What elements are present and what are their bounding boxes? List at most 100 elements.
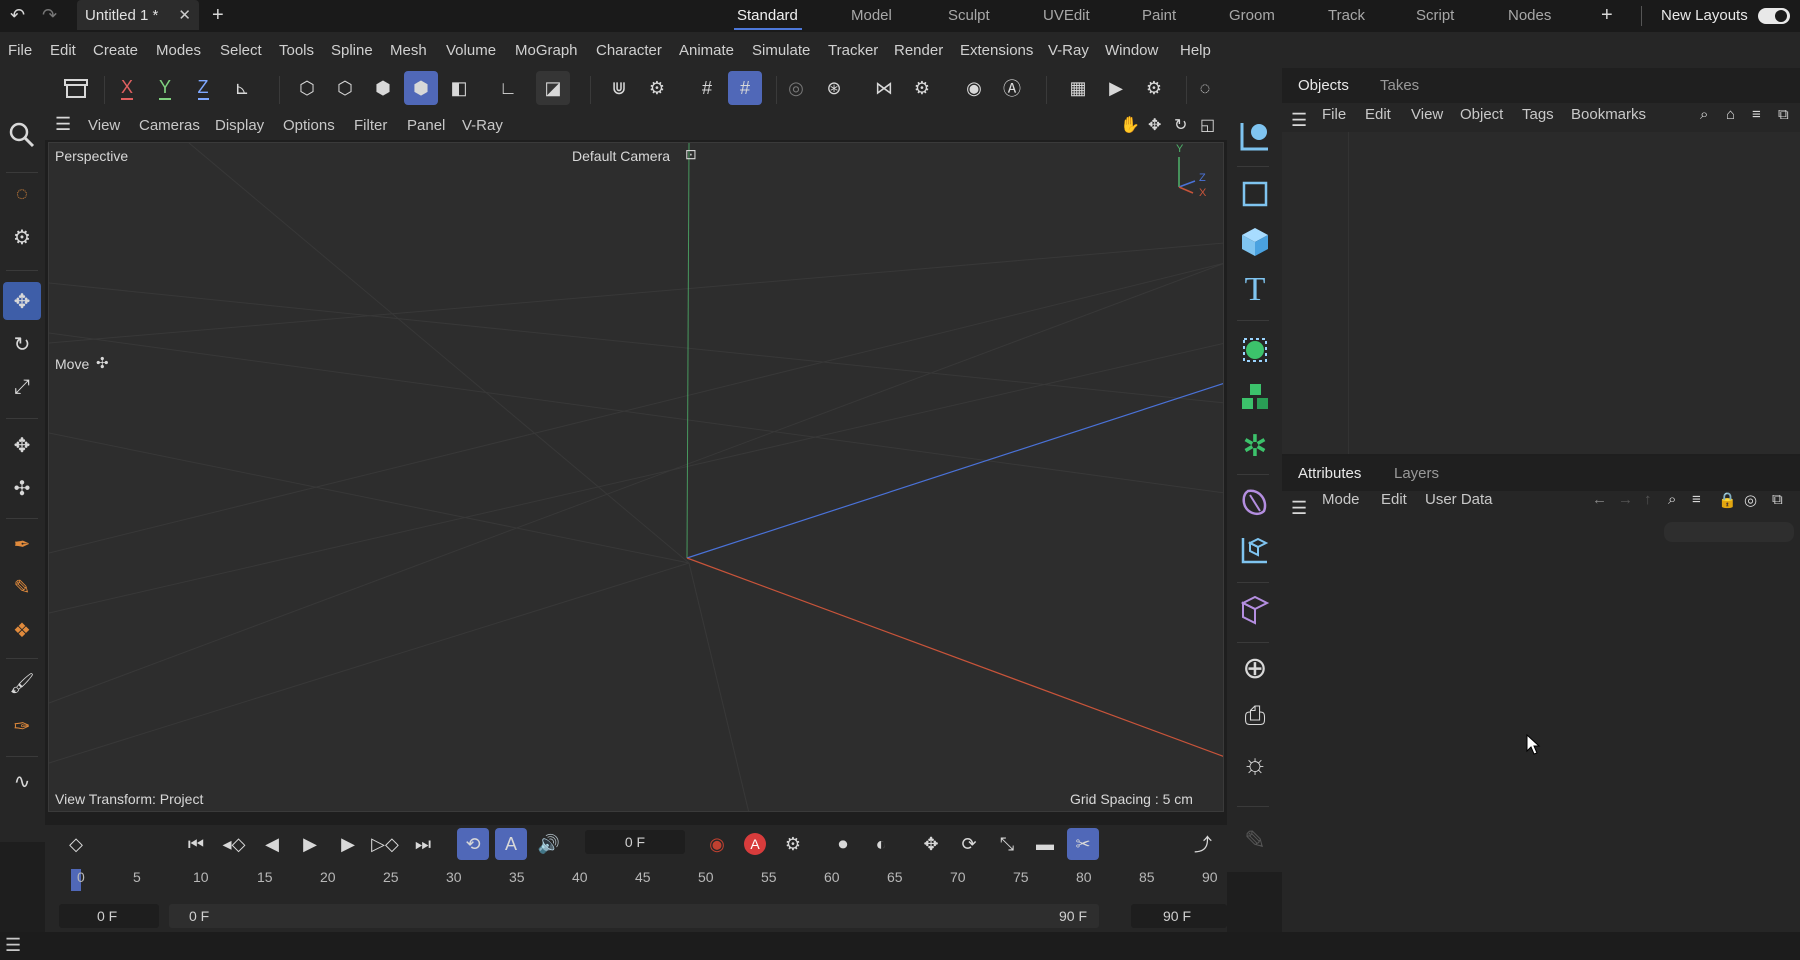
- hamburger-icon[interactable]: ☰: [1291, 498, 1307, 519]
- objects-menu-file[interactable]: File: [1322, 106, 1346, 123]
- deformer-button[interactable]: [1235, 482, 1275, 522]
- attributes-menu-user-data[interactable]: User Data: [1425, 491, 1493, 508]
- key-position-button[interactable]: ✥: [915, 828, 947, 860]
- spline-mesh-button[interactable]: ❖: [3, 611, 41, 649]
- null-object-button[interactable]: [1235, 116, 1275, 156]
- viewport-menu-panel[interactable]: Panel: [407, 117, 445, 134]
- workplane-button[interactable]: #: [690, 71, 724, 105]
- document-tab[interactable]: Untitled 1 * ✕: [77, 0, 199, 30]
- menu-help[interactable]: Help: [1180, 42, 1211, 59]
- scale-tool-button[interactable]: ⤢: [3, 368, 41, 406]
- menu-window[interactable]: Window: [1105, 42, 1158, 59]
- snap-settings-button[interactable]: ⚙: [640, 71, 674, 105]
- auto-mode-button[interactable]: Ⓐ: [995, 71, 1029, 105]
- symmetry-button[interactable]: ⋈: [867, 71, 901, 105]
- pan-hand-icon[interactable]: ✋: [1120, 115, 1140, 135]
- menu-spline[interactable]: Spline: [331, 42, 373, 59]
- layout-tab-standard[interactable]: Standard: [737, 7, 798, 24]
- current-frame-field[interactable]: 0 F: [585, 830, 685, 854]
- undo-icon[interactable]: ↶: [10, 5, 25, 26]
- menu-create[interactable]: Create: [93, 42, 138, 59]
- layout-tab-model[interactable]: Model: [851, 7, 892, 24]
- up-arrow-icon[interactable]: ↑: [1644, 491, 1652, 508]
- key-parameter-button[interactable]: ▬: [1029, 828, 1061, 860]
- field-button[interactable]: [1235, 530, 1275, 570]
- layout-tab-script[interactable]: Script: [1416, 7, 1454, 24]
- menu-tracker[interactable]: Tracker: [828, 42, 878, 59]
- start-frame-field[interactable]: 0 F: [59, 904, 159, 928]
- layout-tab-paint[interactable]: Paint: [1142, 7, 1176, 24]
- spline-sketch-button[interactable]: ✎: [3, 568, 41, 606]
- keyframe-selection-button[interactable]: ⏺: [827, 828, 859, 860]
- text-object-button[interactable]: T: [1235, 270, 1275, 310]
- forward-arrow-icon[interactable]: →: [1618, 491, 1633, 508]
- viewport-menu-options[interactable]: Options: [283, 117, 335, 134]
- placement-tool-button[interactable]: ✣: [3, 469, 41, 507]
- auto-keying-range-button[interactable]: A: [495, 828, 527, 860]
- hamburger-icon[interactable]: ☰: [1291, 110, 1307, 131]
- lock-icon[interactable]: 🔒: [1718, 491, 1737, 509]
- attribute-search-field[interactable]: [1664, 522, 1794, 542]
- symmetry-settings-button[interactable]: ⚙: [905, 71, 939, 105]
- objects-menu-bookmarks[interactable]: Bookmarks: [1571, 106, 1646, 123]
- spline-pen-button[interactable]: ✒: [3, 525, 41, 563]
- fcurve-editor-button[interactable]: ⤴: [1187, 828, 1219, 860]
- axis-mode-button[interactable]: ∟: [491, 71, 525, 105]
- menu-select[interactable]: Select: [220, 42, 262, 59]
- perspective-viewport[interactable]: Perspective Default Camera ⊡ Move ✣ View…: [48, 142, 1224, 812]
- go-to-start-button[interactable]: ⏮: [180, 828, 212, 860]
- points-mode-button[interactable]: ⬡: [290, 71, 324, 105]
- attributes-menu-edit[interactable]: Edit: [1381, 491, 1407, 508]
- menu-mograph[interactable]: MoGraph: [515, 42, 578, 59]
- tab-objects[interactable]: Objects: [1298, 77, 1349, 94]
- dolly-icon[interactable]: ✥: [1148, 115, 1161, 135]
- previous-frame-button[interactable]: ◀: [256, 828, 288, 860]
- lock-z-axis-button[interactable]: Z: [186, 71, 220, 105]
- menu-file[interactable]: File: [8, 42, 32, 59]
- viewport-visibility-button[interactable]: ◉: [957, 71, 991, 105]
- hamburger-icon[interactable]: ☰: [55, 114, 71, 135]
- coordinate-system-button[interactable]: ⊾: [225, 71, 259, 105]
- menu-character[interactable]: Character: [596, 42, 662, 59]
- layout-tab-track[interactable]: Track: [1328, 7, 1365, 24]
- new-window-icon[interactable]: ⧉: [1772, 491, 1783, 508]
- new-layouts-toggle[interactable]: [1758, 8, 1790, 24]
- loop-button[interactable]: ⟲: [457, 828, 489, 860]
- key-point-level-button[interactable]: ✂: [1067, 828, 1099, 860]
- tab-attributes[interactable]: Attributes: [1298, 465, 1361, 482]
- record-button[interactable]: ◉: [701, 828, 733, 860]
- new-window-icon[interactable]: ⧉: [1778, 106, 1789, 123]
- next-frame-button[interactable]: ▶: [332, 828, 364, 860]
- lock-x-axis-button[interactable]: X: [110, 71, 144, 105]
- menu-animate[interactable]: Animate: [679, 42, 734, 59]
- viewport-menu-vray[interactable]: V-Ray: [462, 117, 503, 134]
- rotate-tool-button[interactable]: ↻: [3, 325, 41, 363]
- frame-range-slider[interactable]: 0 F 90 F: [169, 904, 1099, 928]
- render-view-button[interactable]: ▦: [1061, 71, 1095, 105]
- sound-button[interactable]: 🔊: [533, 828, 565, 860]
- menu-edit[interactable]: Edit: [50, 42, 76, 59]
- knife-tool-button[interactable]: ✑: [3, 707, 41, 745]
- add-layout-icon[interactable]: +: [1601, 4, 1613, 27]
- uv-mode-button[interactable]: ◧: [442, 71, 476, 105]
- close-icon[interactable]: ✕: [178, 6, 191, 24]
- filter-icon[interactable]: ≡: [1692, 491, 1701, 508]
- search-button[interactable]: [3, 116, 41, 154]
- search-icon[interactable]: ⌕: [1668, 491, 1676, 508]
- cube-button[interactable]: [1235, 222, 1275, 262]
- tab-takes[interactable]: Takes: [1380, 77, 1419, 94]
- next-key-button[interactable]: ▷◇: [369, 828, 401, 860]
- effector-button[interactable]: ✲: [1235, 426, 1275, 466]
- live-selection-button[interactable]: ◌: [3, 175, 41, 213]
- soft-selection-button[interactable]: ◎: [779, 71, 813, 105]
- disabled-tool-button[interactable]: ✎: [1235, 820, 1275, 860]
- layout-tab-nodes[interactable]: Nodes: [1508, 7, 1551, 24]
- frame-ruler[interactable]: [49, 869, 1215, 897]
- objects-menu-tags[interactable]: Tags: [1522, 106, 1554, 123]
- environment-button[interactable]: [1235, 590, 1275, 630]
- orbit-icon[interactable]: ↻: [1174, 115, 1187, 135]
- camera-object-button[interactable]: ⎙: [1235, 696, 1275, 736]
- polygons-mode-button[interactable]: ⬢: [366, 71, 400, 105]
- object-list[interactable]: [1282, 132, 1800, 454]
- camera-lock-icon[interactable]: ⊡: [685, 146, 697, 163]
